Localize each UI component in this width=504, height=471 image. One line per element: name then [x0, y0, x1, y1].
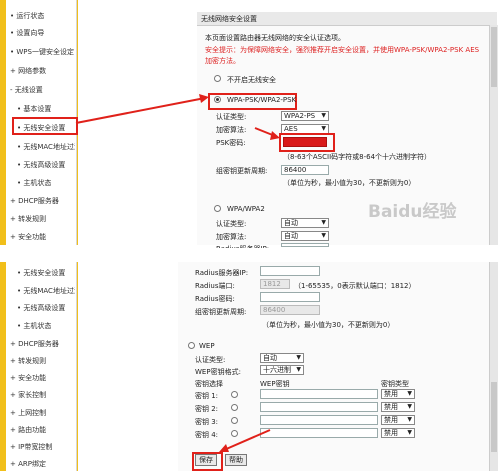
- baidu-watermark: Baidu经验: [368, 202, 457, 222]
- annotation-arrow-bottom: [219, 429, 271, 452]
